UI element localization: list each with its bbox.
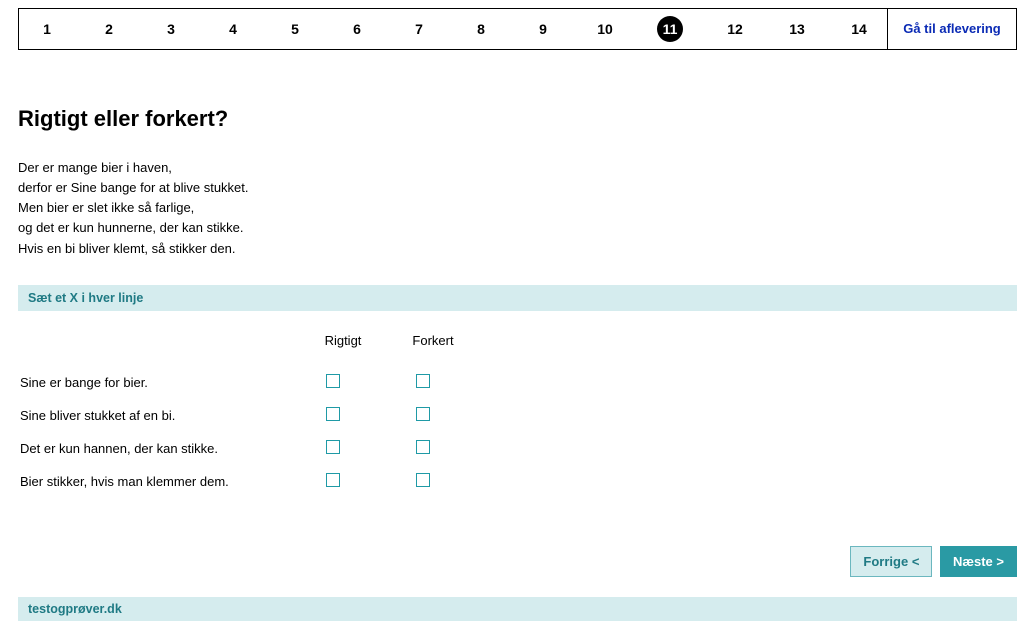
nav-item-6[interactable]: 6 — [347, 21, 367, 37]
table-row: Sine er bange for bier. — [18, 366, 478, 399]
site-footer: testogprøver.dk — [18, 597, 1017, 621]
passage-line: Der er mange bier i haven, — [18, 158, 1017, 178]
checkbox-cell — [388, 465, 478, 498]
checkbox-cell — [298, 366, 388, 399]
checkbox-cell — [298, 465, 388, 498]
passage-line: derfor er Sine bange for at blive stukke… — [18, 178, 1017, 198]
checkbox[interactable] — [416, 440, 430, 454]
answer-table: Rigtigt Forkert Sine er bange for bier.S… — [18, 333, 478, 498]
nav-item-2[interactable]: 2 — [99, 21, 119, 37]
question-title: Rigtigt eller forkert? — [18, 106, 1017, 132]
column-header-forkert: Forkert — [388, 333, 478, 366]
checkbox-cell — [388, 366, 478, 399]
checkbox-cell — [388, 432, 478, 465]
statement-text: Sine bliver stukket af en bi. — [18, 399, 298, 432]
checkbox-cell — [298, 399, 388, 432]
nav-item-8[interactable]: 8 — [471, 21, 491, 37]
checkbox[interactable] — [416, 407, 430, 421]
checkbox[interactable] — [416, 374, 430, 388]
passage-line: Men bier er slet ikke så farlige, — [18, 198, 1017, 218]
table-row: Det er kun hannen, der kan stikke. — [18, 432, 478, 465]
checkbox[interactable] — [326, 440, 340, 454]
nav-item-3[interactable]: 3 — [161, 21, 181, 37]
footer-buttons: Forrige < Næste > — [18, 546, 1017, 577]
checkbox[interactable] — [326, 407, 340, 421]
nav-item-10[interactable]: 10 — [595, 21, 615, 37]
checkbox[interactable] — [326, 473, 340, 487]
prev-button[interactable]: Forrige < — [850, 546, 932, 577]
nav-item-4[interactable]: 4 — [223, 21, 243, 37]
passage-line: Hvis en bi bliver klemt, så stikker den. — [18, 239, 1017, 259]
table-row: Bier stikker, hvis man klemmer dem. — [18, 465, 478, 498]
column-header-rigtigt: Rigtigt — [298, 333, 388, 366]
nav-item-13[interactable]: 13 — [787, 21, 807, 37]
checkbox-cell — [388, 399, 478, 432]
nav-item-9[interactable]: 9 — [533, 21, 553, 37]
nav-item-5[interactable]: 5 — [285, 21, 305, 37]
nav-item-11[interactable]: 11 — [657, 16, 683, 42]
passage-line: og det er kun hunnerne, der kan stikke. — [18, 218, 1017, 238]
nav-item-12[interactable]: 12 — [725, 21, 745, 37]
nav-item-14[interactable]: 14 — [849, 21, 869, 37]
statement-text: Det er kun hannen, der kan stikke. — [18, 432, 298, 465]
nav-item-7[interactable]: 7 — [409, 21, 429, 37]
checkbox-cell — [298, 432, 388, 465]
nav-item-1[interactable]: 1 — [37, 21, 57, 37]
question-passage: Der er mange bier i haven,derfor er Sine… — [18, 158, 1017, 259]
instruction-bar: Sæt et X i hver linje — [18, 285, 1017, 311]
goto-delivery-button[interactable]: Gå til aflevering — [887, 9, 1016, 49]
table-row: Sine bliver stukket af en bi. — [18, 399, 478, 432]
question-nav-numbers: 1234567891011121314 — [19, 9, 887, 49]
checkbox[interactable] — [326, 374, 340, 388]
checkbox[interactable] — [416, 473, 430, 487]
statement-text: Sine er bange for bier. — [18, 366, 298, 399]
next-button[interactable]: Næste > — [940, 546, 1017, 577]
statement-text: Bier stikker, hvis man klemmer dem. — [18, 465, 298, 498]
question-nav: 1234567891011121314 Gå til aflevering — [18, 8, 1017, 50]
